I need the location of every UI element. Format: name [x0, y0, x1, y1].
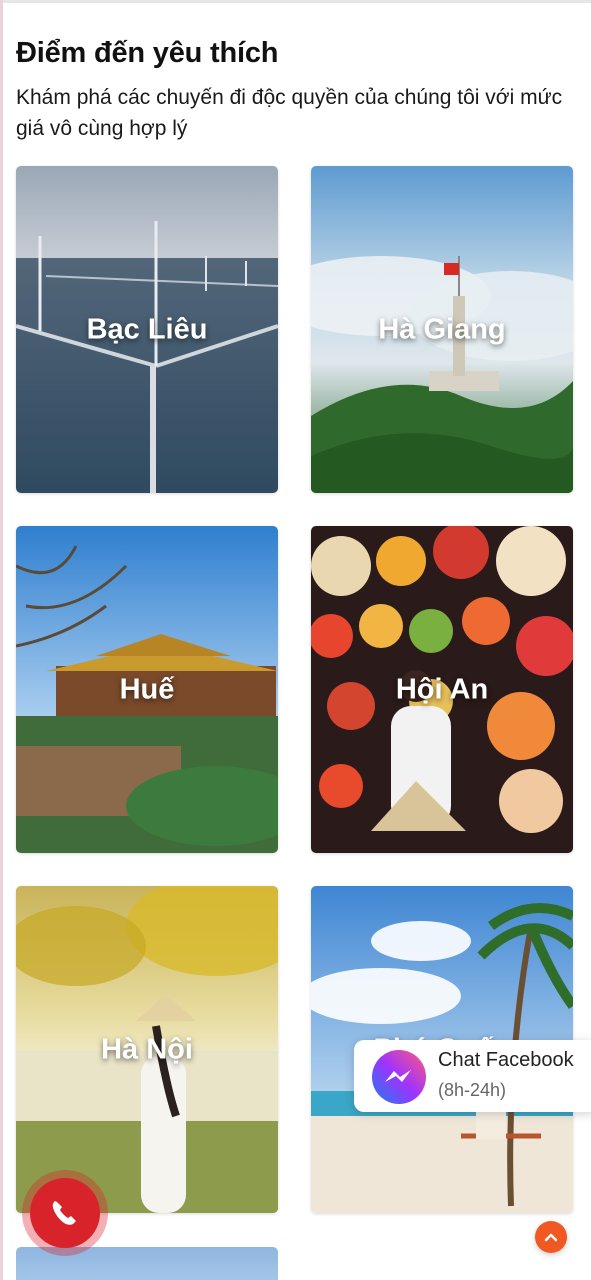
destination-name: Hội An	[395, 673, 489, 705]
messenger-icon	[372, 1050, 426, 1104]
left-edge	[0, 0, 3, 1280]
phone-icon	[52, 1201, 76, 1225]
top-edge	[0, 0, 591, 3]
destination-card-hue[interactable]: Huế	[16, 526, 278, 853]
chat-facebook-hours: (8h-24h)	[438, 1080, 507, 1100]
destination-card-ha-noi[interactable]: Hà Nội	[16, 886, 278, 1213]
destination-name: Hà Nội	[101, 1033, 193, 1065]
call-button[interactable]	[22, 1170, 108, 1256]
scroll-to-top-button[interactable]	[535, 1221, 567, 1253]
chat-facebook-widget[interactable]: Chat Facebook (8h-24h)	[354, 1040, 591, 1112]
destination-name: Huế	[119, 673, 175, 705]
destination-card-bac-lieu[interactable]: Bạc Liêu	[16, 166, 278, 493]
section-subtitle: Khám phá các chuyến đi độc quyền của chú…	[16, 86, 563, 140]
chevron-up-icon	[544, 1233, 558, 1242]
destination-name: Hà Giang	[378, 313, 506, 345]
chat-facebook-title: Chat Facebook	[438, 1049, 574, 1071]
destination-card-ha-giang[interactable]: Hà Giang	[311, 166, 573, 493]
destination-name: Bạc Liêu	[86, 313, 208, 345]
destination-card-hoi-an[interactable]: Hội An	[311, 526, 573, 853]
section-header: Điểm đến yêu thích Khám phá các chuyến đ…	[16, 36, 576, 144]
section-title: Điểm đến yêu thích	[16, 37, 279, 69]
